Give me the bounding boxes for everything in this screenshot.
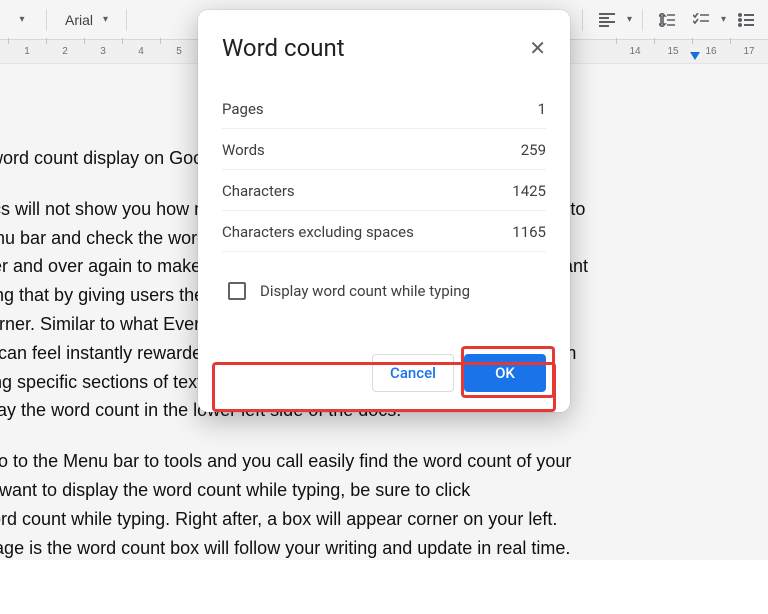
ruler-tick: 15 bbox=[654, 46, 692, 57]
ruler-tick: 1 bbox=[8, 46, 46, 57]
checkbox-icon[interactable] bbox=[228, 282, 246, 300]
ruler-tick: 3 bbox=[84, 46, 122, 57]
cancel-button[interactable]: Cancel bbox=[372, 354, 454, 392]
toolbar-dropdown-generic[interactable]: ▾ bbox=[8, 6, 36, 34]
stat-row-characters-no-spaces: Characters excluding spaces 1165 bbox=[222, 211, 546, 252]
ruler-tick: 2 bbox=[46, 46, 84, 57]
stat-label: Characters excluding spaces bbox=[222, 223, 414, 241]
stat-value: 1165 bbox=[512, 223, 546, 241]
toolbar-separator bbox=[126, 9, 127, 31]
dialog-title: Word count bbox=[222, 34, 345, 62]
toolbar-separator bbox=[46, 9, 47, 31]
ruler-tick: 14 bbox=[616, 46, 654, 57]
stat-label: Pages bbox=[222, 100, 264, 118]
ruler-tick: 5 bbox=[160, 46, 198, 57]
bulleted-list-icon[interactable] bbox=[732, 6, 760, 34]
toolbar-separator bbox=[582, 9, 583, 31]
doc-paragraph: of all, go to the Menu bar to tools and … bbox=[0, 447, 680, 562]
stat-row-words: Words 259 bbox=[222, 129, 546, 170]
ok-button[interactable]: OK bbox=[464, 354, 546, 392]
stat-value: 1 bbox=[538, 100, 546, 118]
stat-row-characters: Characters 1425 bbox=[222, 170, 546, 211]
align-icon[interactable] bbox=[593, 6, 621, 34]
word-count-dialog: Word count ✕ Pages 1 Words 259 Character… bbox=[198, 10, 570, 412]
checkbox-label: Display word count while typing bbox=[260, 282, 470, 300]
font-family-label: Arial bbox=[65, 12, 93, 28]
chevron-down-icon: ▾ bbox=[103, 14, 108, 25]
stat-value: 1425 bbox=[512, 182, 546, 200]
ruler-tick: 4 bbox=[122, 46, 160, 57]
chevron-down-icon: ▾ bbox=[627, 14, 632, 25]
stat-value: 259 bbox=[521, 141, 546, 159]
display-while-typing-option[interactable]: Display word count while typing bbox=[222, 274, 546, 308]
close-icon[interactable]: ✕ bbox=[529, 38, 546, 58]
checklist-icon[interactable] bbox=[687, 6, 715, 34]
ruler-indent-marker[interactable] bbox=[690, 52, 700, 60]
font-family-dropdown[interactable]: Arial ▾ bbox=[57, 8, 116, 32]
stat-label: Characters bbox=[222, 182, 295, 200]
ruler-tick: 17 bbox=[730, 46, 768, 57]
toolbar-separator bbox=[642, 9, 643, 31]
stat-label: Words bbox=[222, 141, 265, 159]
line-spacing-icon[interactable] bbox=[653, 6, 681, 34]
stat-row-pages: Pages 1 bbox=[222, 88, 546, 129]
chevron-down-icon: ▾ bbox=[721, 14, 726, 25]
